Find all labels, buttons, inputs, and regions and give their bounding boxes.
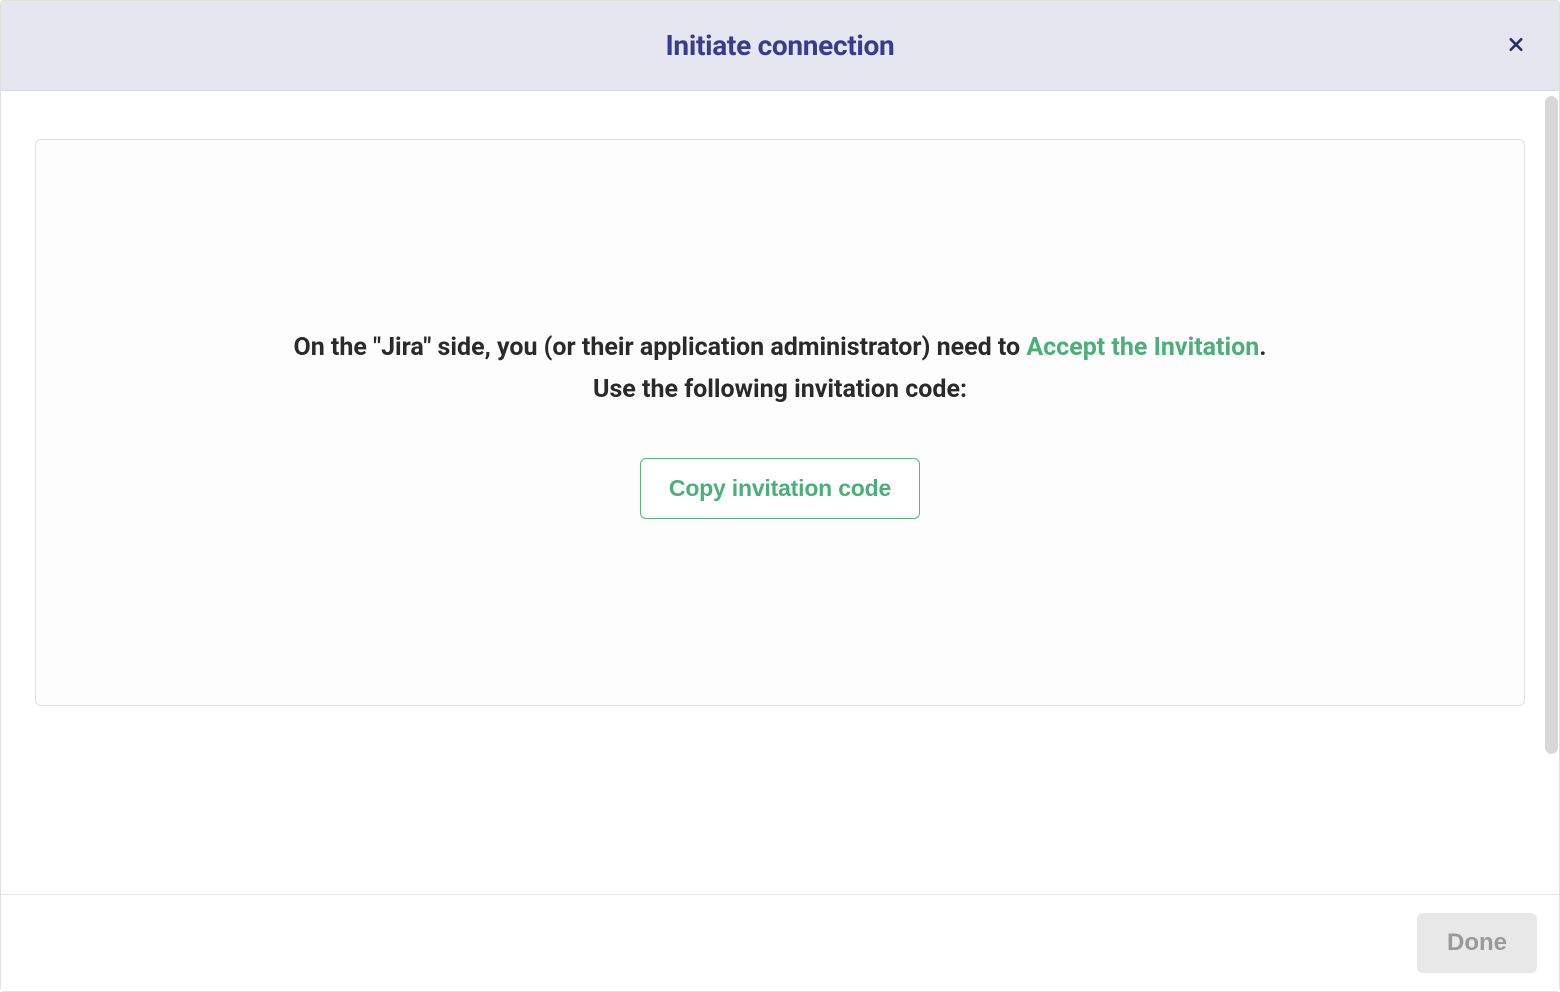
scrollbar[interactable]	[1545, 96, 1558, 754]
instruction-suffix: .	[1259, 333, 1266, 362]
instruction-prefix: On the "Jira" side, you (or their applic…	[293, 333, 1026, 362]
accept-invitation-link[interactable]: Accept the Invitation	[1026, 333, 1259, 362]
instruction-text: On the "Jira" side, you (or their applic…	[293, 327, 1266, 412]
instruction-line2: Use the following invitation code:	[593, 375, 967, 404]
content-panel: On the "Jira" side, you (or their applic…	[35, 139, 1525, 706]
done-button[interactable]: Done	[1417, 913, 1537, 973]
copy-invitation-code-button[interactable]: Copy invitation code	[640, 458, 920, 519]
modal-container: Initiate connection On the "Jira" side, …	[0, 0, 1560, 992]
modal-footer: Done	[1, 894, 1559, 991]
modal-header: Initiate connection	[1, 1, 1559, 91]
modal-title: Initiate connection	[666, 29, 895, 62]
close-button[interactable]	[1501, 29, 1531, 62]
modal-body: On the "Jira" side, you (or their applic…	[1, 91, 1559, 894]
close-icon	[1507, 35, 1525, 56]
